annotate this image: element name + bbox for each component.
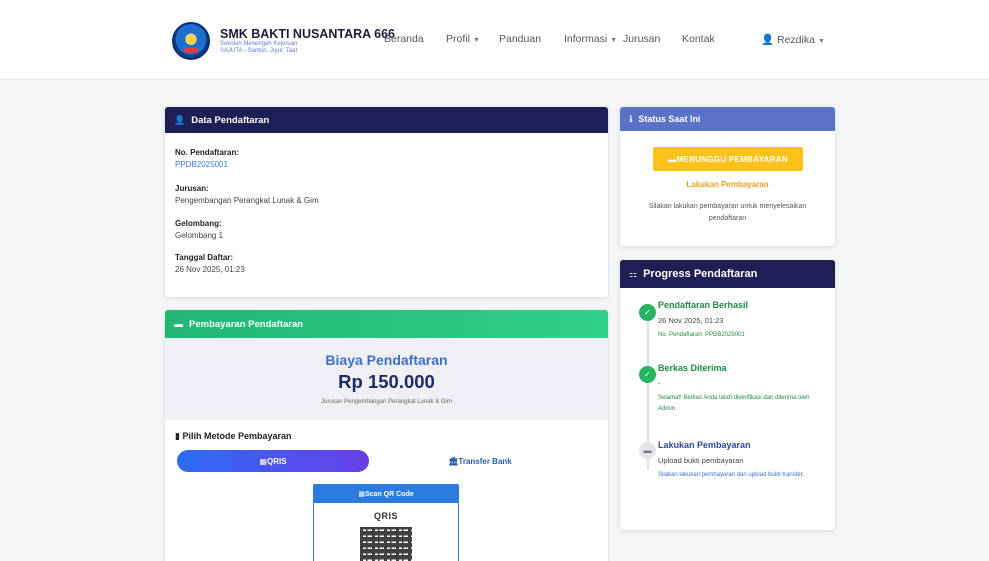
status-badge-label: MENUNGGU PEMBAYARAN — [676, 154, 788, 164]
fee-title: Biaya Pendaftaran — [325, 352, 448, 368]
step-note: No. Pendaftaran: PPDB2025001 — [658, 332, 745, 338]
status-action: Lakukan Pembayaran — [686, 180, 769, 189]
brand[interactable]: SMK BAKTI NUSANTARA 666 Sekolah Menengah… — [172, 22, 395, 60]
chevron-down-icon: ▼ — [610, 37, 618, 44]
tasks-icon: ⚏ — [629, 268, 638, 279]
qr-header-label: Scan QR Code — [365, 490, 414, 498]
method-title-label: Pilih Metode Pembayaran — [182, 431, 292, 441]
pembayaran-header: ▬ Pembayaran Pendaftaran — [165, 310, 608, 338]
field-gelombang: Gelombang: Gelombang 1 — [175, 218, 223, 242]
user-icon: 👤 — [174, 114, 186, 125]
method-title: ▮ Pilih Metode Pembayaran — [175, 431, 292, 442]
step-note: Selamat! Berkas Anda telah diverifikasi … — [658, 395, 810, 412]
brand-sub-2: SAJUTA - Santun, Jujur, Taat — [220, 47, 298, 54]
field-no-pendaftaran: No. Pendaftaran: PPDB2025001 — [175, 147, 239, 171]
fee-note: Jurusan Pengembangan Perangkat Lunak & G… — [321, 399, 452, 405]
gelombang-value: Gelombang 1 — [175, 231, 224, 240]
nav-profil-label: Profil — [446, 33, 470, 45]
nav-informasi-label: Informasi — [564, 33, 608, 45]
qr-icon: ▦ — [259, 456, 267, 466]
chevron-down-icon: ▼ — [817, 38, 825, 45]
step-sub: - — [658, 379, 661, 388]
status-card: ℹ Status Saat Ini ▬ MENUNGGU PEMBAYARAN … — [620, 107, 835, 246]
status-header: ℹ Status Saat Ini — [620, 107, 835, 131]
qris-logo: QRIS — [373, 511, 398, 521]
tab-qris-label: QRIS — [267, 456, 287, 466]
nav-informasi[interactable]: Informasi ▼ — [564, 33, 617, 45]
nav-profil[interactable]: Profil ▼ — [446, 33, 480, 45]
step-pembayaran: Lakukan Pembayaran Upload bukti pembayar… — [658, 440, 826, 481]
pembayaran-card: ▬ Pembayaran Pendaftaran Biaya Pendaftar… — [165, 310, 608, 561]
progress-title: Progress Pendaftaran — [643, 268, 758, 280]
nav-user-menu[interactable]: 👤 Rezdika ▼ — [761, 33, 825, 46]
tab-qris[interactable]: ▦ QRIS — [177, 450, 369, 472]
brand-name: SMK BAKTI NUSANTARA 666 — [220, 27, 396, 42]
step-sub: 26 Nov 2025, 01:23 — [658, 316, 724, 325]
fee-amount: Rp 150.000 — [338, 371, 435, 392]
credit-card-icon: ▬ — [668, 154, 677, 164]
gelombang-label: Gelombang: — [175, 219, 222, 228]
no-pendaftaran-label: No. Pendaftaran: — [175, 148, 240, 157]
navbar: SMK BAKTI NUSANTARA 666 Sekolah Menengah… — [0, 0, 989, 80]
school-logo-icon — [172, 22, 210, 60]
status-title: Status Saat Ini — [638, 114, 701, 124]
nav-beranda[interactable]: Beranda — [384, 33, 424, 45]
data-pendaftaran-header: 👤 Data Pendaftaran — [165, 107, 608, 133]
chevron-down-icon: ▼ — [472, 37, 480, 44]
user-icon: 👤 — [761, 34, 777, 46]
step-berkas: Berkas Diterima - Selamat! Berkas Anda t… — [658, 363, 826, 415]
jurusan-value: Pengembangan Perangkat Lunak & Gim — [175, 196, 319, 205]
progress-card: ⚏ Progress Pendaftaran ✓ Pendaftaran Ber… — [620, 260, 835, 530]
step-pendaftaran: Pendaftaran Berhasil 26 Nov 2025, 01:23 … — [658, 300, 826, 341]
nav-jurusan[interactable]: Jurusan — [623, 33, 660, 45]
step-title: Pendaftaran Berhasil — [658, 300, 749, 310]
pembayaran-title: Pembayaran Pendaftaran — [189, 318, 304, 330]
nav-user-label: Rezdika — [777, 34, 815, 46]
nav-panduan[interactable]: Panduan — [499, 33, 541, 45]
nav-kontak[interactable]: Kontak — [682, 33, 715, 45]
step-sub: Upload bukti pembayaran — [658, 456, 744, 465]
no-pendaftaran-value: PPDB2025001 — [175, 160, 228, 169]
field-jurusan: Jurusan: Pengembangan Perangkat Lunak & … — [175, 183, 319, 207]
info-icon: ℹ — [629, 113, 633, 124]
check-icon: ✓ — [639, 366, 656, 383]
status-badge: ▬ MENUNGGU PEMBAYARAN — [653, 147, 803, 171]
progress-header: ⚏ Progress Pendaftaran — [620, 260, 835, 288]
tanggal-value: 26 Nov 2025, 01:23 — [175, 265, 245, 274]
bank-icon: 🏛 — [448, 456, 459, 466]
tab-transfer-bank[interactable]: 🏛 Transfer Bank — [405, 450, 555, 472]
qr-icon: ▦ — [358, 491, 365, 498]
step-title: Berkas Diterima — [658, 363, 727, 373]
data-pendaftaran-title: Data Pendaftaran — [191, 114, 270, 126]
qr-header: ▦ Scan QR Code — [314, 485, 458, 503]
qr-inner: QRIS — [329, 511, 443, 561]
jurusan-label: Jurusan: — [175, 184, 209, 193]
credit-card-icon: ▬ — [639, 442, 656, 459]
qr-box: ▦ Scan QR Code QRIS — [313, 484, 459, 561]
step-title: Lakukan Pembayaran — [658, 440, 751, 450]
status-desc: Silakan lakukan pembayaran untuk menyele… — [648, 203, 807, 222]
step-note: Silakan lakukan pembayaran dan upload bu… — [658, 472, 805, 478]
check-icon: ✓ — [639, 304, 656, 321]
brand-text: SMK BAKTI NUSANTARA 666 Sekolah Menengah… — [220, 28, 395, 54]
tab-bank-label: Transfer Bank — [458, 456, 512, 466]
fee-section: Biaya Pendaftaran Rp 150.000 Jurusan Pen… — [165, 338, 608, 420]
tanggal-label: Tanggal Daftar: — [175, 253, 234, 262]
credit-card-icon: ▬ — [174, 319, 183, 329]
field-tanggal: Tanggal Daftar: 26 Nov 2025, 01:23 — [175, 252, 245, 276]
data-pendaftaran-card: 👤 Data Pendaftaran No. Pendaftaran: PPDB… — [165, 107, 608, 297]
qr-code-image — [360, 527, 412, 561]
